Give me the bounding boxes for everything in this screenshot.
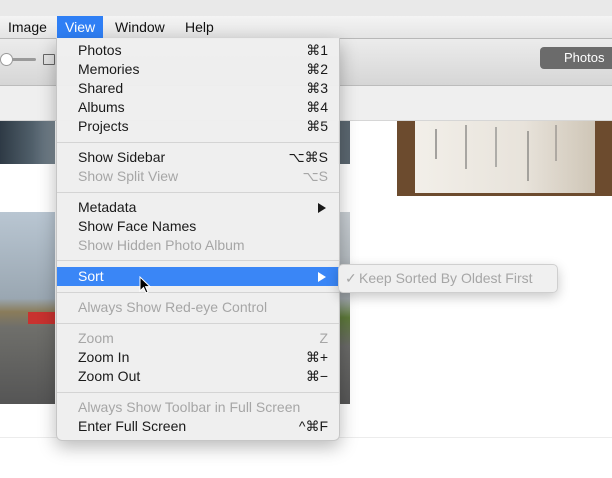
menu-view[interactable]: View xyxy=(57,16,104,38)
photo-size-icon xyxy=(43,54,55,65)
menu-item-shortcut: ⌥S xyxy=(302,168,328,184)
menu-item-zoom: Zoom Z xyxy=(57,329,339,348)
checkmark-icon: ✓ xyxy=(345,270,357,286)
menu-item-show-sidebar[interactable]: Show Sidebar ⌥⌘S xyxy=(57,148,339,167)
menu-item-label: Always Show Red-eye Control xyxy=(78,299,268,315)
menu-item-show-hidden-album: Show Hidden Photo Album xyxy=(57,236,339,255)
menu-item-metadata[interactable]: Metadata xyxy=(57,198,339,217)
menu-separator xyxy=(57,260,339,261)
menu-item-enter-full-screen[interactable]: Enter Full Screen ^⌘F xyxy=(57,417,339,436)
photo-thumbnail[interactable] xyxy=(0,121,55,164)
menu-help[interactable]: Help xyxy=(177,16,222,38)
view-menu-dropdown: Photos ⌘1 Memories ⌘2 Shared ⌘3 Albums ⌘… xyxy=(56,38,340,441)
menu-separator xyxy=(57,292,339,293)
photo-red-sign xyxy=(28,312,55,324)
menu-item-label: Zoom Out xyxy=(78,368,141,384)
menu-item-memories[interactable]: Memories ⌘2 xyxy=(57,60,339,79)
submenu-arrow-icon xyxy=(318,203,326,213)
mouse-pointer-icon xyxy=(139,276,151,294)
note-paper-image xyxy=(415,121,595,193)
menu-item-red-eye-control: Always Show Red-eye Control xyxy=(57,298,339,317)
menu-item-label: Zoom xyxy=(78,330,114,346)
menu-item-shortcut: ⌘2 xyxy=(306,61,328,77)
menu-item-shortcut: ^⌘F xyxy=(298,418,328,434)
photos-button[interactable]: Photos xyxy=(540,47,612,69)
menu-item-zoom-in[interactable]: Zoom In ⌘+ xyxy=(57,348,339,367)
menu-window[interactable]: Window xyxy=(107,16,173,38)
menu-item-shortcut: ⌘5 xyxy=(306,118,328,134)
window-top-edge xyxy=(0,0,612,16)
menu-item-zoom-out[interactable]: Zoom Out ⌘− xyxy=(57,367,339,386)
menu-separator xyxy=(57,323,339,324)
menu-item-shortcut: ⌘3 xyxy=(306,80,328,96)
photo-thumbnail-note[interactable] xyxy=(397,121,612,196)
menu-item-show-face-names[interactable]: Show Face Names xyxy=(57,217,339,236)
menu-item-sort[interactable]: Sort xyxy=(57,267,339,286)
menu-bar: Image View Window Help xyxy=(0,0,612,40)
menu-item-show-split-view: Show Split View ⌥S xyxy=(57,167,339,186)
menu-item-label: Photos xyxy=(78,42,122,58)
menu-item-albums[interactable]: Albums ⌘4 xyxy=(57,98,339,117)
menu-separator xyxy=(57,392,339,393)
menu-item-label: Enter Full Screen xyxy=(78,418,187,434)
menu-item-shortcut: ⌥⌘S xyxy=(288,149,328,165)
menu-item-shortcut: ⌘− xyxy=(305,368,328,384)
menu-item-label: Keep Sorted By Oldest First xyxy=(359,270,533,286)
menu-item-label: Metadata xyxy=(78,199,137,215)
menu-item-label: Shared xyxy=(78,80,124,96)
menu-item-label: Zoom In xyxy=(78,349,130,365)
photo-thumbnail-street[interactable] xyxy=(0,212,55,404)
menu-item-shortcut: ⌘+ xyxy=(305,349,328,365)
menu-item-label: Show Split View xyxy=(78,168,179,184)
submenu-arrow-icon xyxy=(318,272,326,282)
menu-item-label: Memories xyxy=(78,61,140,77)
menu-item-label: Sort xyxy=(78,268,104,284)
menu-item-projects[interactable]: Projects ⌘5 xyxy=(57,117,339,136)
menu-separator xyxy=(57,142,339,143)
menu-item-shortcut: ⌘1 xyxy=(306,42,328,58)
menu-item-shared[interactable]: Shared ⌘3 xyxy=(57,79,339,98)
zoom-slider-knob[interactable] xyxy=(0,53,13,66)
menu-item-label: Show Face Names xyxy=(78,218,197,234)
menu-item-label: Always Show Toolbar in Full Screen xyxy=(78,399,301,415)
menu-separator xyxy=(57,192,339,193)
menu-item-shortcut: ⌘4 xyxy=(306,99,328,115)
menu-item-label: Projects xyxy=(78,118,129,134)
menu-image[interactable]: Image xyxy=(0,16,55,38)
menu-item-shortcut: Z xyxy=(319,330,328,346)
menu-item-photos[interactable]: Photos ⌘1 xyxy=(57,41,339,60)
menu-item-label: Show Sidebar xyxy=(78,149,166,165)
sort-submenu: ✓ Keep Sorted By Oldest First xyxy=(338,264,558,293)
menu-item-label: Show Hidden Photo Album xyxy=(78,237,245,253)
menu-item-label: Albums xyxy=(78,99,125,115)
menu-item-always-show-toolbar: Always Show Toolbar in Full Screen xyxy=(57,398,339,417)
